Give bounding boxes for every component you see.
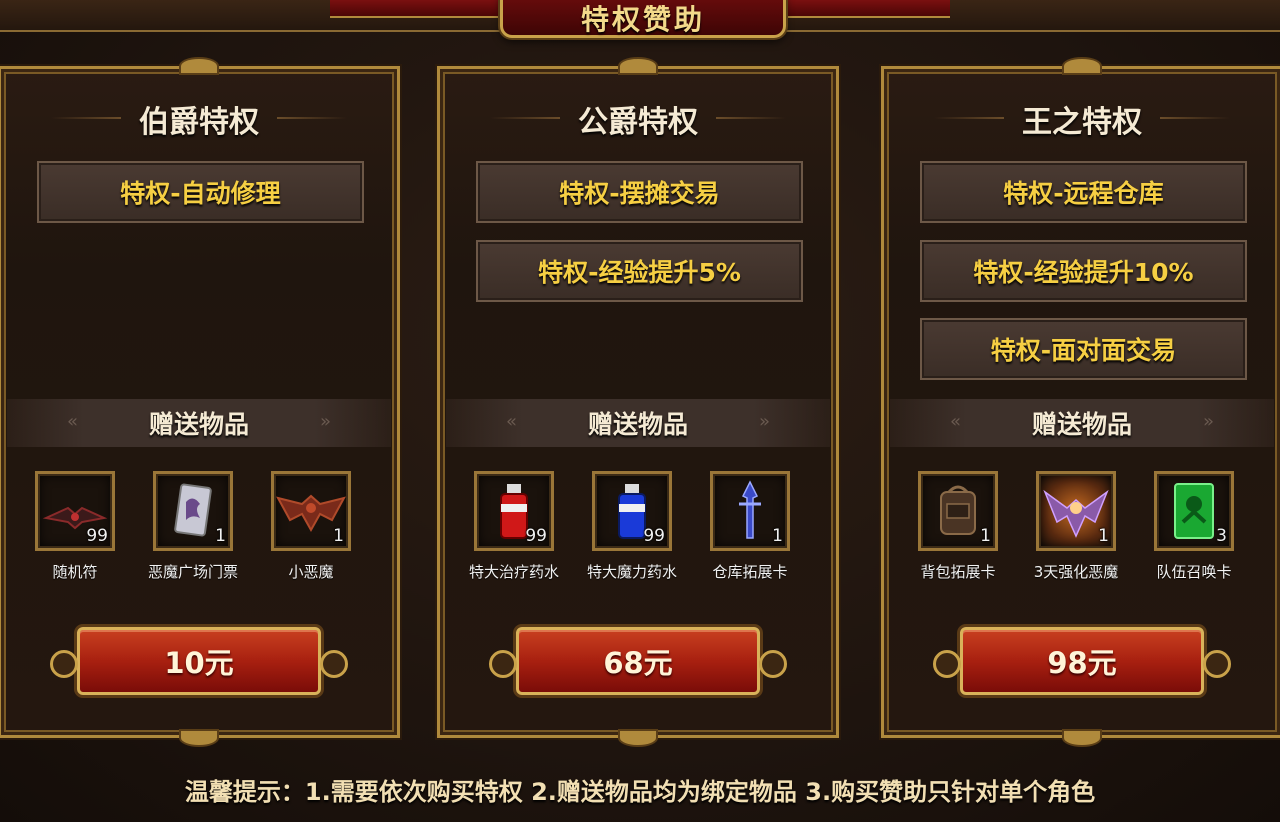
gift-label: 赠送物品	[1031, 410, 1132, 439]
chevron-left-icon: «	[950, 411, 962, 432]
item-quantity: 99	[525, 526, 547, 546]
gift-items: 99 特大治疗药水 99 特大魔力药水 1 仓库拓展卡	[440, 471, 836, 601]
perk-item: 特权-远程仓库	[920, 161, 1247, 223]
perk-item: 特权-面对面交易	[920, 318, 1247, 380]
panel-ornament-icon	[181, 59, 217, 73]
buy-button[interactable]: 68元	[489, 627, 787, 695]
tier-panel-duke: 公爵特权 特权-摆摊交易 特权-经验提升5% « 赠送物品 » 99 特大治疗药…	[437, 59, 839, 745]
gift-item[interactable]: 1 背包拓展卡	[908, 471, 1008, 582]
gift-item[interactable]: 3 队伍召唤卡	[1144, 471, 1244, 582]
item-quantity: 1	[333, 526, 344, 546]
perk-item: 特权-经验提升5%	[476, 240, 803, 302]
tier-title: 王之特权	[1022, 105, 1142, 140]
perk-item: 特权-自动修理	[37, 161, 364, 223]
button-ornament-icon	[933, 650, 961, 678]
gift-item[interactable]: 99 随机符	[25, 471, 125, 582]
panel-ornament-icon	[181, 731, 217, 745]
item-quantity: 1	[1098, 526, 1109, 546]
item-quantity: 1	[215, 526, 226, 546]
buy-button[interactable]: 10元	[50, 627, 348, 695]
tier-title: 伯爵特权	[139, 105, 259, 140]
item-name: 随机符	[52, 563, 98, 581]
gift-label: 赠送物品	[148, 410, 249, 439]
button-ornament-icon	[1203, 650, 1231, 678]
item-name: 恶魔广场门票	[147, 563, 238, 581]
item-name: 特大魔力药水	[586, 563, 677, 581]
gift-item[interactable]: 1 恶魔广场门票	[143, 471, 243, 582]
price-label: 10元	[164, 646, 234, 680]
gift-item[interactable]: 1 3天强化恶魔	[1026, 471, 1126, 582]
item-slot[interactable]: 1	[710, 471, 790, 551]
chevron-right-icon: »	[758, 411, 770, 432]
item-name: 队伍召唤卡	[1156, 563, 1232, 581]
gift-item[interactable]: 99 特大治疗药水	[464, 471, 564, 582]
panel-ornament-icon	[620, 59, 656, 73]
tier-title: 公爵特权	[578, 105, 698, 140]
buy-button[interactable]: 98元	[933, 627, 1231, 695]
item-slot[interactable]: 1	[153, 471, 233, 551]
tier-panel-king: 王之特权 特权-远程仓库 特权-经验提升10% 特权-面对面交易 « 赠送物品 …	[881, 59, 1280, 745]
item-name: 3天强化恶魔	[1033, 563, 1119, 581]
button-ornament-icon	[759, 650, 787, 678]
chevron-left-icon: «	[506, 411, 518, 432]
item-name: 仓库拓展卡	[712, 563, 788, 581]
panel-ornament-icon	[1064, 59, 1100, 73]
price-label: 68元	[603, 646, 673, 680]
item-name: 特大治疗药水	[468, 563, 559, 581]
chevron-left-icon: «	[67, 411, 79, 432]
gift-header: « 赠送物品 »	[890, 399, 1274, 447]
chevron-right-icon: »	[319, 411, 331, 432]
button-ornament-icon	[320, 650, 348, 678]
item-slot[interactable]: 1	[918, 471, 998, 551]
item-quantity: 1	[980, 526, 991, 546]
item-slot[interactable]: 99	[474, 471, 554, 551]
title-plate: 特权赞助	[500, 0, 786, 38]
panel-ornament-icon	[1064, 731, 1100, 745]
footer-tip: 温馨提示：1.需要依次购买特权 2.赠送物品均为绑定物品 3.购买赞助只针对单个…	[184, 778, 1096, 806]
item-quantity: 1	[772, 526, 783, 546]
item-quantity: 99	[643, 526, 665, 546]
gift-item[interactable]: 99 特大魔力药水	[582, 471, 682, 582]
item-slot[interactable]: 1	[1036, 471, 1116, 551]
chevron-right-icon: »	[1202, 411, 1214, 432]
gift-item[interactable]: 1 仓库拓展卡	[700, 471, 800, 582]
button-ornament-icon	[50, 650, 78, 678]
gift-items: 99 随机符 1 恶魔广场门票 1 小恶魔	[1, 471, 397, 601]
item-slot[interactable]: 3	[1154, 471, 1234, 551]
item-slot[interactable]: 99	[35, 471, 115, 551]
item-quantity: 3	[1216, 526, 1227, 546]
item-slot[interactable]: 99	[592, 471, 672, 551]
gift-header: « 赠送物品 »	[7, 399, 391, 447]
page-title: 特权赞助	[580, 3, 705, 36]
item-slot[interactable]: 1	[271, 471, 351, 551]
gift-header: « 赠送物品 »	[446, 399, 830, 447]
perk-item: 特权-摆摊交易	[476, 161, 803, 223]
item-name: 小恶魔	[288, 563, 334, 581]
gift-item[interactable]: 1 小恶魔	[261, 471, 361, 582]
perk-item: 特权-经验提升10%	[920, 240, 1247, 302]
tier-panel-earl: 伯爵特权 特权-自动修理 « 赠送物品 » 99 随机符 1 恶魔广场门票 1 …	[0, 59, 400, 745]
gift-items: 1 背包拓展卡 1 3天强化恶魔 3 队伍召唤卡	[884, 471, 1280, 601]
item-name: 背包拓展卡	[920, 563, 996, 581]
panel-ornament-icon	[620, 731, 656, 745]
button-ornament-icon	[489, 650, 517, 678]
item-quantity: 99	[86, 526, 108, 546]
gift-label: 赠送物品	[587, 410, 688, 439]
price-label: 98元	[1047, 646, 1117, 680]
